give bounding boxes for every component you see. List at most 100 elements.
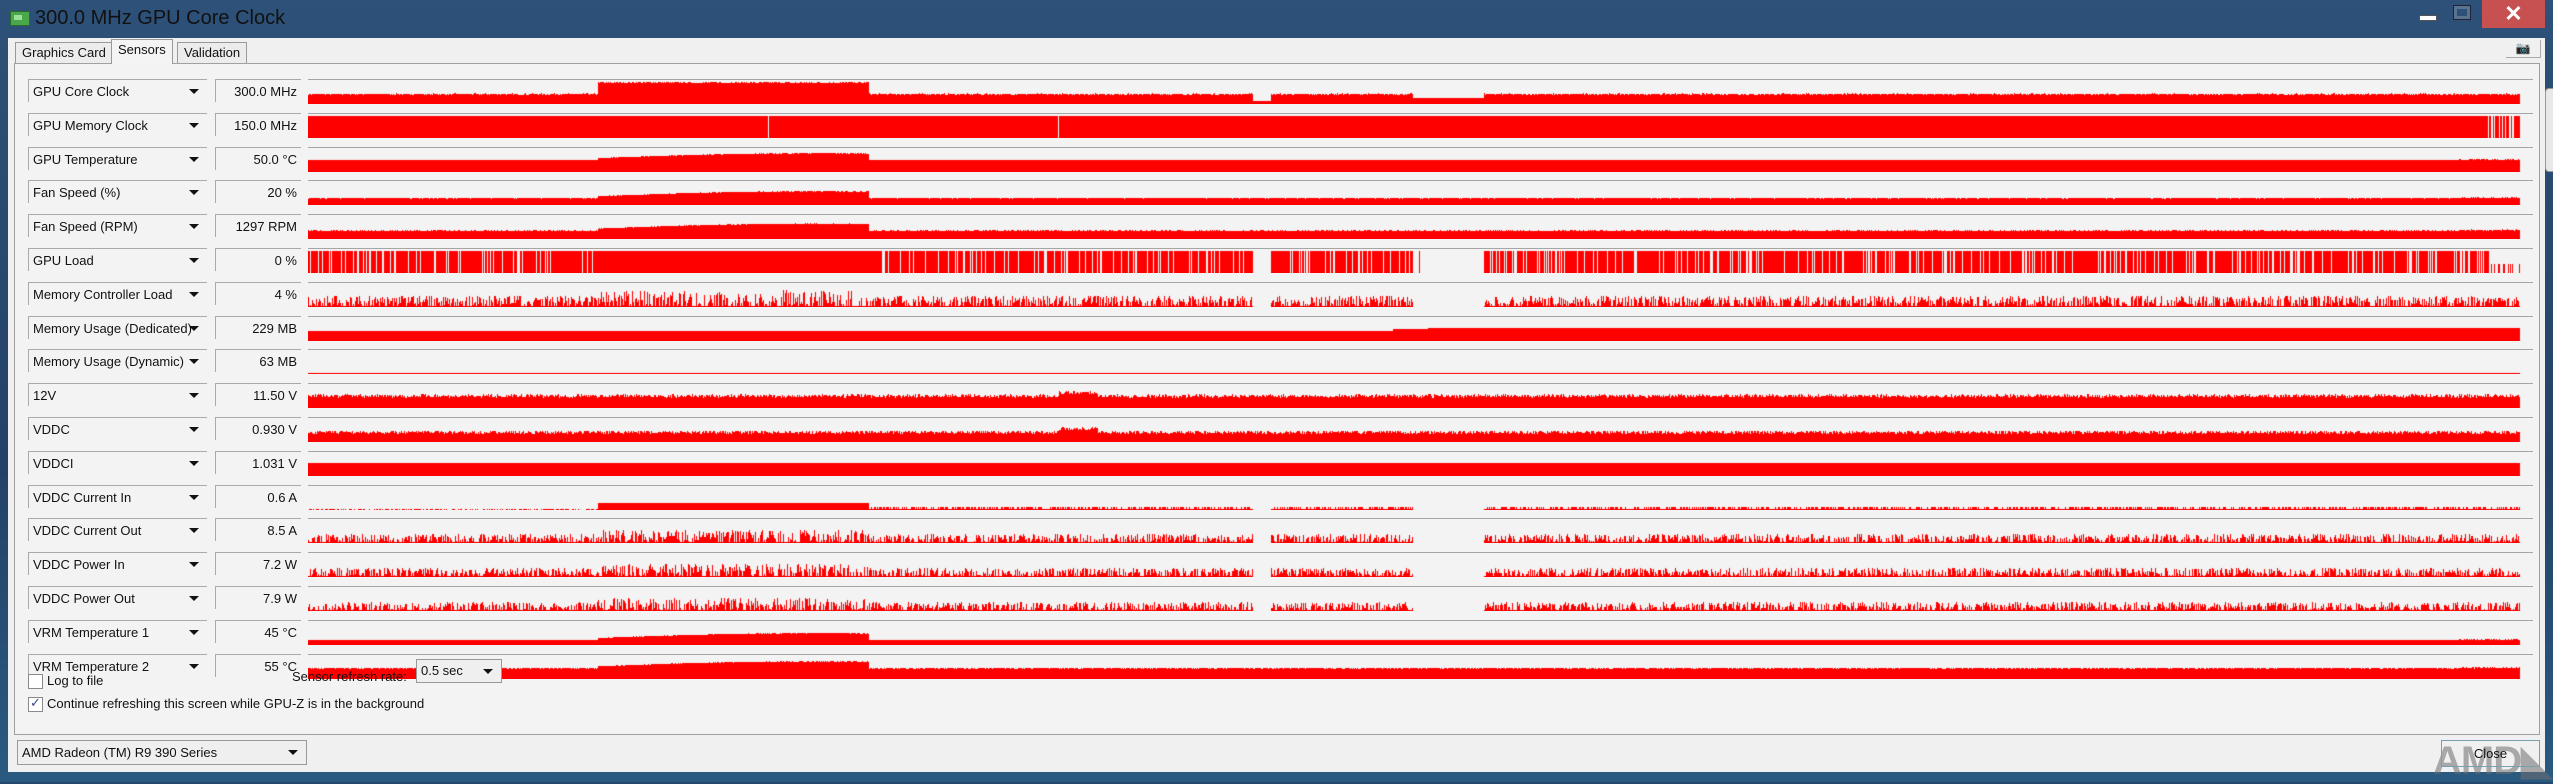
sensor-name: Memory Usage (Dynamic): [33, 354, 184, 370]
chevron-down-icon: [189, 224, 199, 230]
chevron-down-icon: [483, 669, 493, 674]
sensor-name: VDDC Power Out: [33, 591, 135, 606]
sensor-name: GPU Core Clock: [33, 84, 130, 99]
sensor-graph: [308, 450, 2533, 476]
sensor-row: VDDC Power Out 7.9 W: [15, 586, 2545, 611]
sensor-name-dropdown[interactable]: Fan Speed (RPM): [28, 214, 207, 238]
sensor-graph: [308, 349, 2533, 375]
sensor-value: 0.930 V: [215, 417, 301, 440]
sensor-row: GPU Core Clock 300.0 MHz: [15, 79, 2545, 104]
sensor-name-dropdown[interactable]: GPU Memory Clock: [28, 112, 207, 136]
sensor-graph: [308, 586, 2533, 611]
chevron-down-icon: [189, 258, 199, 263]
sensor-value: 4 %: [215, 281, 301, 305]
chevron-down-icon: [189, 427, 199, 432]
sensor-graph-canvas: [308, 554, 2533, 578]
sensor-name: Fan Speed (%): [33, 185, 121, 201]
sensor-graph-canvas: [308, 621, 2533, 645]
sensor-name: GPU Memory Clock: [33, 117, 148, 133]
sensors-panel: GPU Core Clock 300.0 MHz GPU Memory Clock 1…: [14, 63, 2540, 735]
sensor-name-dropdown[interactable]: Memory Usage (Dynamic): [28, 349, 207, 373]
chevron-down-icon: [189, 122, 199, 128]
sensor-value: 7.9 W: [215, 586, 301, 609]
sensor-name-dropdown[interactable]: VRM Temperature 1: [28, 619, 207, 643]
chevron-down-icon: [189, 528, 199, 534]
sensor-value: 45 °C: [215, 619, 301, 643]
close-button[interactable]: Close: [2441, 740, 2540, 767]
sensor-name-dropdown[interactable]: VDDCI: [28, 450, 207, 474]
chevron-down-icon: [288, 750, 298, 755]
chevron-down-icon: [189, 359, 199, 365]
sensor-row: VDDC 0.930 V: [15, 417, 2545, 442]
sensor-graph-canvas: [308, 114, 2533, 138]
sensor-graph: [308, 79, 2533, 104]
sensor-value: 50.0 °C: [215, 146, 301, 170]
chevron-down-icon: [189, 562, 199, 568]
sensor-value: 0.6 A: [215, 484, 301, 508]
sensor-graph: [308, 653, 2533, 679]
chevron-down-icon: [189, 460, 199, 466]
gpu-card-icon: [10, 11, 30, 26]
sensor-name-dropdown[interactable]: VDDC Power In: [28, 552, 207, 576]
sensor-name: 12V: [33, 388, 57, 404]
sensor-row: VRM Temperature 1 45 °C: [15, 619, 2545, 645]
sensor-name-dropdown[interactable]: Memory Usage (Dedicated): [28, 315, 207, 339]
sensor-name-dropdown[interactable]: VDDC Power Out: [28, 586, 207, 609]
refresh-rate-value: 0.5 sec: [421, 663, 463, 678]
sensor-graph-canvas: [308, 182, 2533, 206]
chevron-down-icon: [189, 663, 199, 669]
log-to-file-checkbox[interactable]: [28, 674, 43, 689]
sensor-name-dropdown[interactable]: VDDC Current In: [28, 484, 207, 508]
sensor-graph: [308, 552, 2533, 578]
sensor-name-dropdown[interactable]: GPU Load: [28, 248, 207, 271]
chevron-down-icon: [189, 596, 199, 601]
sensor-graph-canvas: [308, 81, 2533, 104]
log-to-file-label: Log to file: [47, 673, 104, 688]
sensor-name: Memory Usage (Dedicated): [33, 320, 192, 336]
sensor-graph: [308, 518, 2533, 544]
sensor-graph: [308, 417, 2533, 442]
sensor-graph-canvas: [308, 486, 2533, 510]
sensor-graph: [308, 281, 2533, 307]
continue-refresh-checkbox[interactable]: [28, 695, 43, 712]
sensor-value: 20 %: [215, 180, 301, 204]
sensor-value: 63 MB: [215, 349, 301, 373]
sensor-graph: [308, 112, 2533, 138]
device-select[interactable]: AMD Radeon (TM) R9 390 Series: [17, 740, 307, 765]
camera-icon[interactable]: 📷: [2506, 40, 2541, 58]
sensor-name-dropdown[interactable]: 12V: [28, 383, 207, 407]
sensor-name-dropdown[interactable]: VDDC: [28, 417, 207, 440]
sensor-value: 229 MB: [215, 315, 301, 339]
chevron-down-icon: [189, 629, 199, 635]
minimize-button[interactable]: [2410, 0, 2444, 28]
sensor-name-dropdown[interactable]: Fan Speed (%): [28, 180, 207, 204]
sensor-value: 1297 RPM: [215, 214, 301, 238]
sensor-graph-canvas: [308, 385, 2533, 409]
client-area: Graphics Card Sensors Validation 📷 GPU C…: [8, 38, 2552, 783]
sensor-name-dropdown[interactable]: VDDC Current Out: [28, 518, 207, 542]
chevron-down-icon: [189, 291, 199, 297]
side-panel-handle[interactable]: [2545, 88, 2553, 172]
tab-graphics-card[interactable]: Graphics Card: [15, 42, 113, 63]
sensor-graph-canvas: [308, 216, 2533, 240]
tab-validation[interactable]: Validation: [177, 42, 248, 63]
tab-sensors[interactable]: Sensors: [111, 39, 173, 64]
sensor-value: 11.50 V: [215, 383, 301, 407]
close-window-button[interactable]: ✕: [2482, 0, 2545, 28]
chevron-down-icon: [189, 89, 199, 94]
window-title: 300.0 MHz GPU Core Clock: [35, 7, 286, 29]
refresh-rate-select[interactable]: 0.5 sec: [416, 659, 502, 683]
sensor-row: Fan Speed (RPM) 1297 RPM: [15, 214, 2545, 240]
chevron-down-icon: [189, 156, 199, 162]
sensor-row: GPU Load 0 %: [15, 248, 2545, 273]
sensor-name-dropdown[interactable]: Memory Controller Load: [28, 281, 207, 305]
sensor-name: VDDCI: [33, 455, 74, 471]
sensor-name: Fan Speed (RPM): [33, 219, 138, 235]
title-bar[interactable]: 300.0 MHz GPU Core Clock ✕: [0, 0, 2553, 38]
sensor-name-dropdown[interactable]: GPU Temperature: [28, 146, 207, 170]
sensor-graph-canvas: [308, 655, 2533, 679]
sensor-name-dropdown[interactable]: GPU Core Clock: [28, 79, 207, 102]
sensor-value: 300.0 MHz: [215, 79, 301, 102]
maximize-button[interactable]: [2446, 0, 2480, 28]
window-frame: 300.0 MHz GPU Core Clock ✕ Graphics Card…: [0, 0, 2553, 783]
